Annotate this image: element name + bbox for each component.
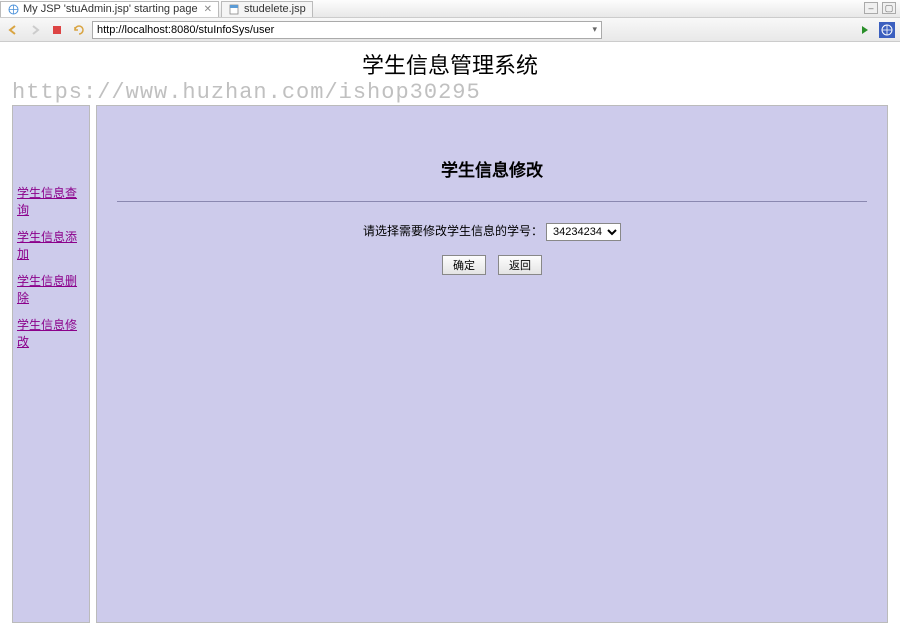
sidebar-item-query[interactable]: 学生信息查询	[17, 184, 85, 218]
confirm-button[interactable]: 确定	[442, 255, 486, 275]
panel-title: 学生信息修改	[117, 156, 867, 181]
tab-bar: My JSP 'stuAdmin.jsp' starting page ✕ st…	[0, 0, 900, 18]
jsp-file-icon	[228, 3, 240, 15]
student-id-select[interactable]: 34234234	[546, 223, 621, 241]
back-button[interactable]	[4, 21, 22, 39]
sidebar: 学生信息查询 学生信息添加 学生信息删除 学生信息修改	[12, 105, 90, 623]
window-controls: – ▢	[864, 2, 896, 14]
divider	[117, 201, 867, 202]
browser-menu-icon[interactable]	[878, 21, 896, 39]
url-input[interactable]	[97, 24, 592, 36]
sidebar-item-modify[interactable]: 学生信息修改	[17, 316, 85, 350]
tab-label: My JSP 'stuAdmin.jsp' starting page	[23, 3, 198, 15]
close-icon[interactable]: ✕	[204, 4, 212, 15]
form-row: 请选择需要修改学生信息的学号： 34234234	[117, 222, 867, 241]
sidebar-item-delete[interactable]: 学生信息删除	[17, 272, 85, 306]
go-button[interactable]	[856, 21, 874, 39]
refresh-button[interactable]	[70, 21, 88, 39]
main-panel: 学生信息修改 请选择需要修改学生信息的学号： 34234234 确定 返回	[96, 105, 888, 623]
prompt-label: 请选择需要修改学生信息的学号：	[363, 224, 543, 238]
chevron-down-icon[interactable]: ▾	[592, 24, 597, 35]
globe-icon	[7, 3, 19, 15]
stop-button[interactable]	[48, 21, 66, 39]
tab-stuadmin[interactable]: My JSP 'stuAdmin.jsp' starting page ✕	[0, 1, 219, 17]
page-header: 学生信息管理系统	[12, 42, 888, 82]
sidebar-item-add[interactable]: 学生信息添加	[17, 228, 85, 262]
forward-button[interactable]	[26, 21, 44, 39]
page-area: 学生信息管理系统 https://www.huzhan.com/ishop302…	[0, 42, 900, 630]
url-toolbar: ▾	[0, 18, 900, 42]
url-bar[interactable]: ▾	[92, 21, 602, 39]
system-title: 学生信息管理系统	[12, 48, 888, 80]
watermark-text: https://www.huzhan.com/ishop30295	[12, 80, 888, 105]
minimize-button[interactable]: –	[864, 2, 878, 14]
maximize-button[interactable]: ▢	[882, 2, 896, 14]
tab-label: studelete.jsp	[244, 3, 306, 15]
back-button-form[interactable]: 返回	[498, 255, 542, 275]
button-row: 确定 返回	[117, 255, 867, 275]
tab-studelete[interactable]: studelete.jsp	[221, 1, 313, 17]
